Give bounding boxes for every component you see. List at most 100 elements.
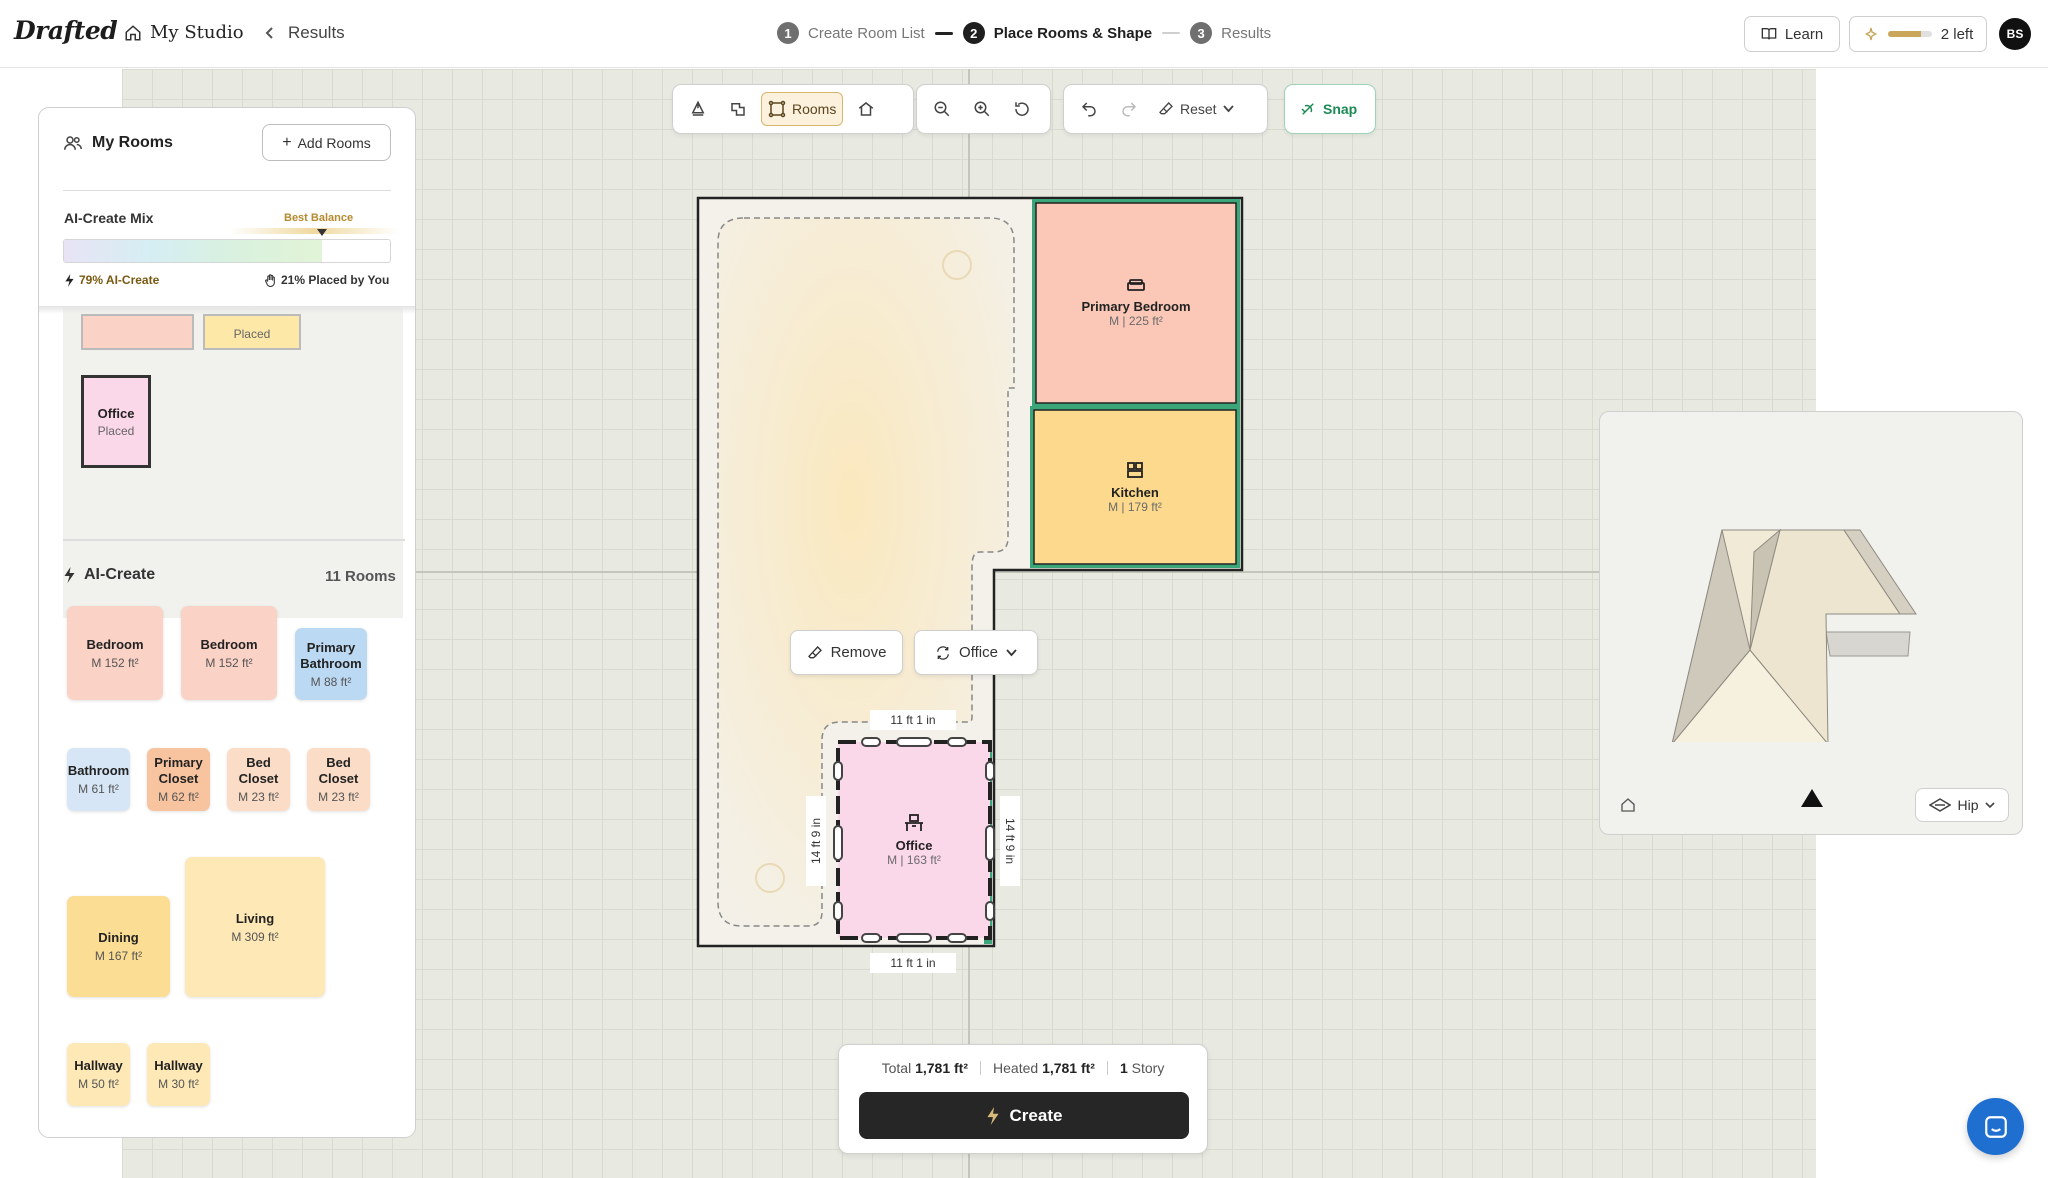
breadcrumb[interactable]: Results [264,23,345,43]
add-rooms-button[interactable]: + Add Rooms [262,124,391,161]
ai-room-card[interactable]: Bedroom M 152 ft² [67,606,163,700]
chevron-down-icon [1006,648,1017,656]
top-bar: Drafted My Studio Results 1 Create Room … [0,0,2048,68]
room-size: M 88 ft² [310,674,352,689]
snap-button[interactable]: Snap [1293,92,1363,126]
step-2[interactable]: 2 Place Rooms & Shape [962,22,1152,44]
redo-button[interactable] [1112,92,1146,126]
create-button[interactable]: Create [859,1092,1189,1139]
primary-bedroom-label: Primary Bedroom M | 225 ft² [1036,203,1236,403]
rooms-label: Rooms [792,101,837,117]
ai-room-card[interactable]: Bedroom M 152 ft² [181,606,277,700]
home-view-button[interactable] [1620,797,1636,818]
room-name: Primary Closet [154,755,203,786]
wall-face [1825,631,1911,657]
step-3[interactable]: 3 Results [1190,22,1271,44]
people-icon [64,136,82,150]
room-size: M | 225 ft² [1109,313,1163,328]
redo-icon [1122,102,1137,117]
shape-icon [731,103,745,116]
wizard-steps: 1 Create Room List 2 Place Rooms & Shape… [777,22,1271,44]
ai-room-card[interactable]: Bathroom M 61 ft² [67,748,130,811]
mix-label: AI-Create Mix [64,210,154,226]
hand-icon [265,273,275,287]
room-size: M 23 ft² [318,790,359,804]
step-1[interactable]: 1 Create Room List [777,22,925,44]
step-connector [1162,32,1181,34]
logo[interactable]: Drafted [14,16,118,45]
placed-room-card[interactable]: Placed [203,314,301,350]
ai-room-card[interactable]: Hallway M 50 ft² [67,1043,130,1106]
ai-room-card[interactable]: Living M 309 ft² [185,857,325,997]
story-stat: 1 Story [1120,1060,1164,1076]
dimension-right: 14 ft 9 in [1000,796,1020,886]
mix-ai-label: 79% AI-Create [79,273,160,287]
room-size: M 50 ft² [78,1077,119,1091]
remove-room-button[interactable]: Remove [790,630,903,675]
ai-room-card[interactable]: Hallway M 30 ft² [147,1043,210,1106]
toolbar-snap: Snap [1284,84,1376,134]
total-value: 1,781 ft² [915,1060,969,1076]
ai-room-card[interactable]: Dining M 167 ft² [67,896,170,997]
summary-stats: Total 1,781 ft² Heated 1,781 ft² 1 Story [839,1060,1207,1076]
toolbar-tools: Rooms [672,84,914,134]
my-studio-link[interactable]: My Studio [124,22,244,43]
room-size: M 61 ft² [78,782,119,796]
roof-icon [1929,798,1952,812]
house-view-button[interactable] [849,92,883,126]
rooms-tool-button[interactable]: Rooms [761,92,844,126]
mix-best-label: Best Balance [284,212,354,224]
room-name: Office [895,837,933,853]
divider [63,539,405,541]
rotate-button[interactable] [1005,92,1039,126]
story-count: 1 [1119,1060,1128,1076]
ai-room-card[interactable]: Bed Closet M 23 ft² [227,748,290,811]
room-name: Dining [98,930,139,945]
studio-label: My Studio [150,22,244,43]
avatar[interactable]: BS [1999,18,2031,50]
panel-title: My Rooms [64,134,173,152]
eraser-icon [1159,102,1173,115]
undo-button[interactable] [1072,92,1106,126]
bed-icon [1127,278,1145,297]
credits-label: 2 left [1940,25,1974,43]
shape-tool-button[interactable] [721,92,755,126]
room-type-dropdown[interactable]: Office [914,630,1038,675]
ai-room-card[interactable]: Primary Bathroom M 88 ft² [295,628,367,700]
toolbar-history: Reset [1063,84,1268,134]
mix-marker [317,229,327,236]
zoom-in-button[interactable] [965,92,999,126]
mix-slider-fill [64,240,322,262]
bolt-icon [64,567,75,583]
zoom-out-button[interactable] [925,92,959,126]
book-icon [1761,28,1777,40]
step-label: Create Room List [808,24,925,42]
swap-icon [937,645,950,660]
draw-tool-button[interactable] [681,92,715,126]
credits-button[interactable]: 2 left [1849,16,1987,52]
home-icon [1621,798,1635,812]
roof-model [1671,528,1917,742]
reset-button[interactable]: Reset [1152,92,1240,126]
learn-button[interactable]: Learn [1744,16,1840,52]
roof-style-dropdown[interactable]: Hip [1915,788,2009,822]
placed-room-card[interactable] [81,314,194,350]
summary-panel: Total 1,781 ft² Heated 1,781 ft² 1 Story… [838,1044,1208,1154]
ai-room-card[interactable]: Bed Closet M 23 ft² [307,748,370,811]
3d-roof-preview[interactable]: Hip [1599,411,2023,835]
axis-vertical [968,69,970,1178]
divider [63,190,391,191]
mix-slider[interactable] [63,239,391,263]
placed-room-card-office[interactable]: Office Placed [81,375,151,468]
bolt-icon [65,273,74,287]
ai-room-card[interactable]: Primary Closet M 62 ft² [147,748,210,811]
undo-icon [1081,102,1096,117]
ai-create-label: AI-Create [84,566,156,583]
room-type-label: Office [959,644,998,661]
plus-icon: + [282,133,292,151]
kitchen-icon [1126,461,1144,483]
room-name: Bedroom [200,636,258,652]
chat-support-button[interactable] [1967,1098,2024,1155]
step-label: Results [1221,24,1272,42]
create-label: Create [1009,1105,1063,1125]
